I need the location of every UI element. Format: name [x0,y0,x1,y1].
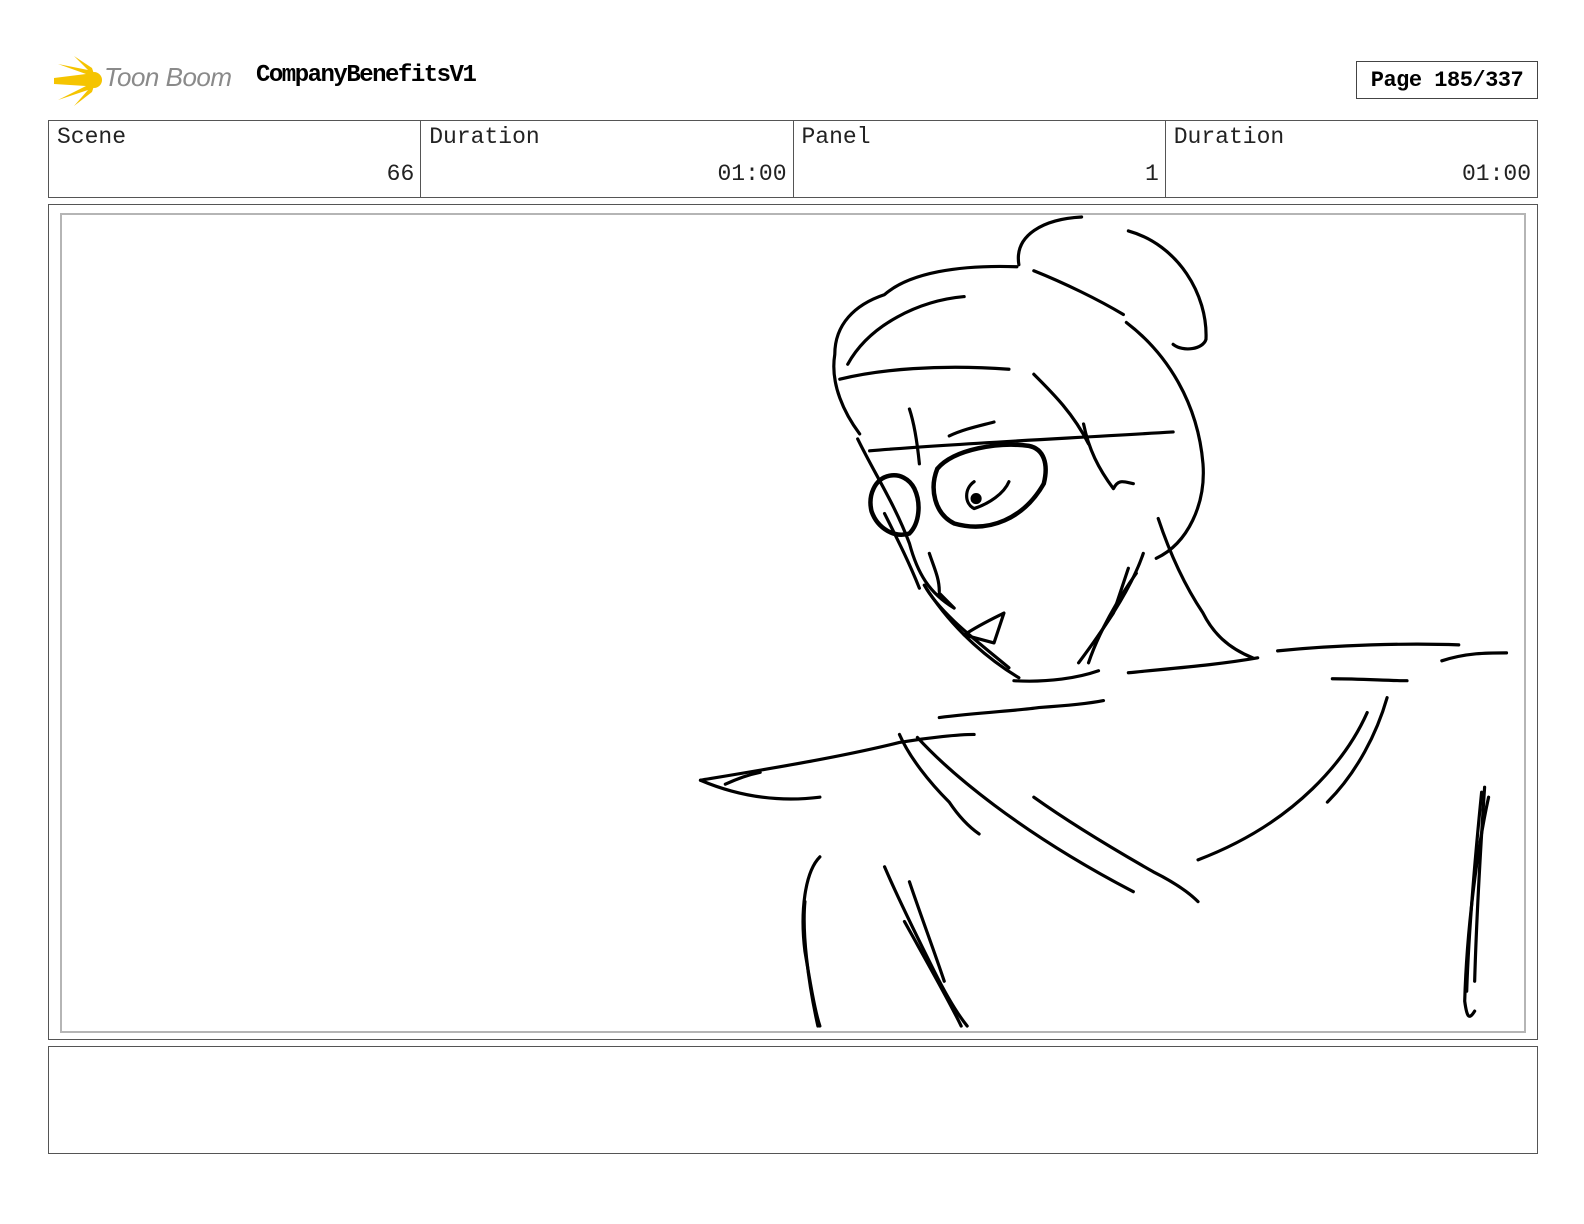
panel-cell: Panel 1 [794,121,1166,197]
scene-label: Scene [57,124,127,150]
scene-duration-label: Duration [429,124,540,150]
panel-duration-label: Duration [1173,124,1285,150]
scene-duration-cell: Duration 01:00 [421,121,794,197]
storyboard-panel-image [60,213,1526,1033]
scene-cell: Scene 66 [49,121,422,197]
page-indicator: Page 185/337 [1356,61,1538,99]
sketch-figure-with-glasses-icon [698,215,1509,1028]
project-title: CompanyBenefitsV1 [256,62,477,89]
scene-duration-value: 01:00 [717,161,787,187]
panel-duration-cell: Duration 01:00 [1166,121,1537,197]
scene-value: 66 [386,161,415,187]
logo-wordmark: Toon Boom [104,62,232,92]
panel-info-row: Scene 66 Duration 01:00 Panel 1 Duration… [48,120,1538,198]
panel-value: 1 [1144,161,1159,187]
panel-label: Panel [801,124,871,150]
panel-duration-value: 01:00 [1461,161,1531,187]
storyboard-panel-frame [48,204,1538,1040]
panel-notes-box [48,1046,1538,1154]
